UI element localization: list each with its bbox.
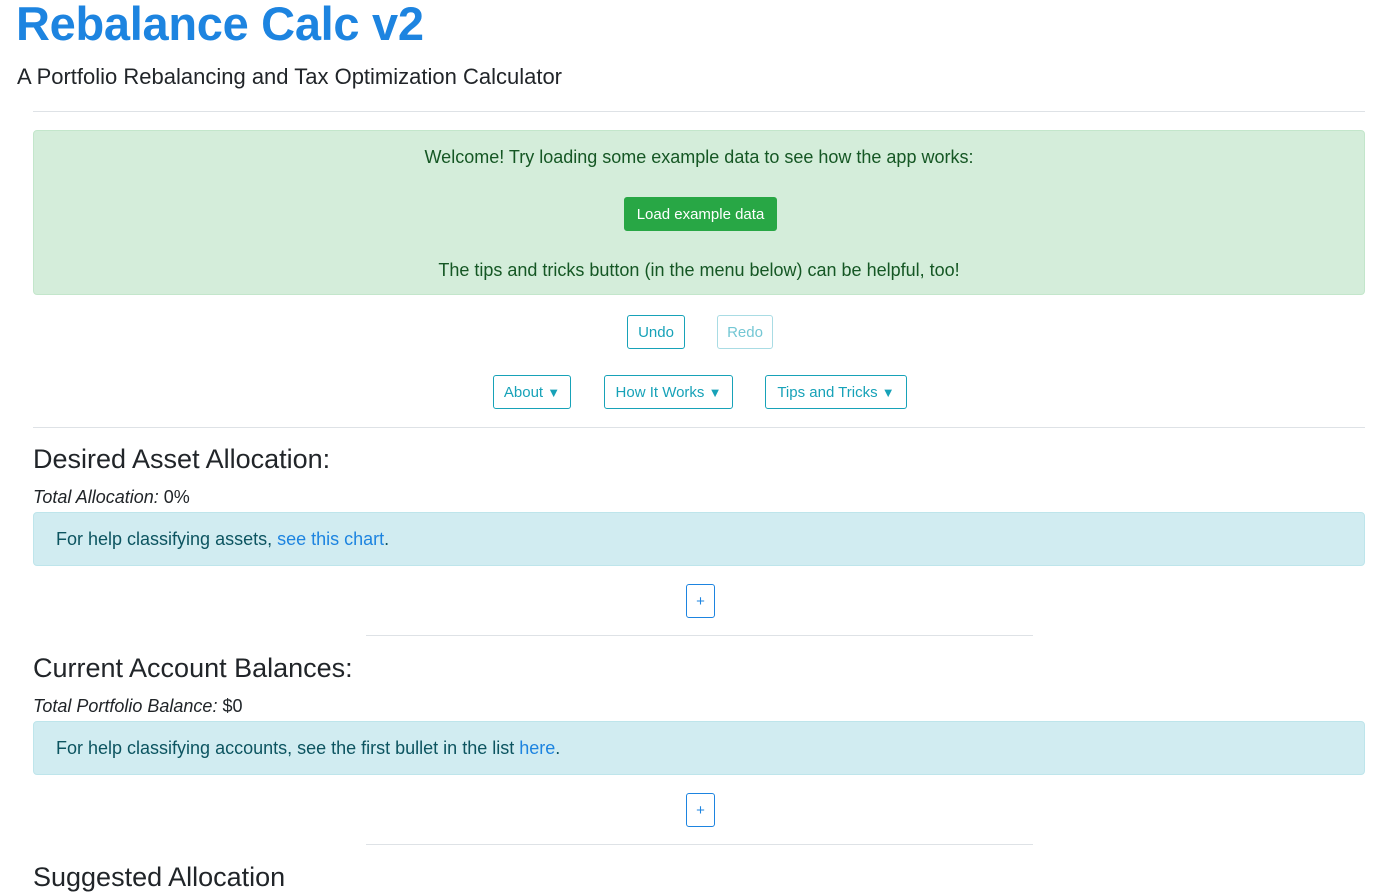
- chevron-down-icon: ▼: [547, 384, 561, 400]
- welcome-alert: Welcome! Try loading some example data t…: [33, 130, 1365, 295]
- see-this-chart-link[interactable]: see this chart: [277, 529, 384, 549]
- chevron-down-icon: ▼: [881, 384, 895, 400]
- add-asset-button[interactable]: +: [686, 584, 715, 618]
- tips-and-tricks-dropdown-button[interactable]: Tips and Tricks ▼: [765, 375, 907, 409]
- total-allocation-label: Total Allocation:: [33, 487, 159, 507]
- total-portfolio-balance: Total Portfolio Balance: $0: [33, 696, 243, 717]
- undo-button[interactable]: Undo: [627, 315, 685, 349]
- how-it-works-dropdown-button[interactable]: How It Works ▼: [604, 375, 733, 409]
- how-it-works-label: How It Works: [615, 383, 705, 401]
- about-dropdown-button[interactable]: About ▼: [493, 375, 571, 409]
- total-portfolio-balance-label: Total Portfolio Balance:: [33, 696, 218, 716]
- balances-divider: [366, 844, 1033, 845]
- total-allocation: Total Allocation: 0%: [33, 487, 190, 508]
- allocation-heading: Desired Asset Allocation:: [33, 444, 331, 474]
- redo-button[interactable]: Redo: [717, 315, 773, 349]
- allocation-help-text: For help classifying assets,: [56, 529, 278, 549]
- about-label: About: [503, 383, 544, 401]
- allocation-help-suffix: .: [384, 529, 390, 549]
- menu-divider: [33, 427, 1365, 428]
- header-divider: [33, 111, 1365, 112]
- tips-hint-message: The tips and tricks button (in the menu …: [438, 260, 960, 280]
- allocation-divider: [366, 635, 1033, 636]
- app-title: Rebalance Calc v2: [16, 0, 424, 50]
- tips-and-tricks-label: Tips and Tricks: [777, 383, 878, 401]
- total-allocation-value: 0%: [163, 487, 190, 507]
- add-account-button[interactable]: +: [686, 793, 715, 827]
- app-subtitle: A Portfolio Rebalancing and Tax Optimiza…: [17, 64, 563, 89]
- accounts-help-alert: For help classifying accounts, see the f…: [33, 721, 1365, 775]
- welcome-message: Welcome! Try loading some example data t…: [424, 147, 974, 167]
- balances-heading: Current Account Balances:: [33, 653, 353, 683]
- total-portfolio-balance-value: $0: [222, 696, 243, 716]
- chevron-down-icon: ▼: [708, 384, 722, 400]
- accounts-help-suffix: .: [555, 738, 561, 758]
- here-link[interactable]: here: [519, 738, 555, 758]
- suggested-allocation-heading: Suggested Allocation: [33, 862, 286, 892]
- allocation-help-alert: For help classifying assets, see this ch…: [33, 512, 1365, 566]
- load-example-data-button[interactable]: Load example data: [624, 197, 777, 231]
- accounts-help-text: For help classifying accounts, see the f…: [56, 738, 520, 758]
